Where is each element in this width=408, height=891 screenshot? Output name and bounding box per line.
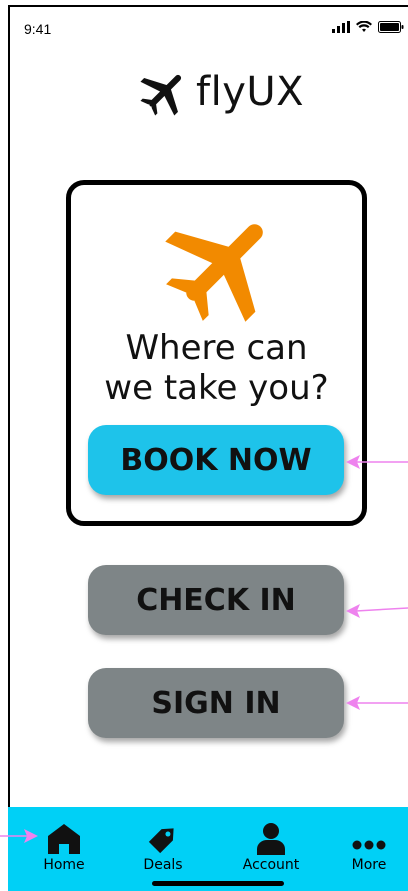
tab-label-deals: Deals [143, 857, 183, 873]
tab-deals[interactable]: Deals [128, 823, 198, 873]
more-dots-icon [352, 840, 386, 850]
home-icon [48, 824, 80, 854]
status-icons [332, 21, 404, 33]
tag-icon [148, 828, 174, 854]
wifi-icon [356, 21, 372, 32]
battery-icon [378, 21, 404, 33]
app-logo: flyUX [138, 66, 304, 118]
status-time: 9:41 [24, 21, 52, 37]
tab-label-home: Home [43, 857, 85, 873]
airplane-logo-icon [140, 74, 182, 116]
annotation-arrow-home [0, 829, 38, 843]
tab-more[interactable]: More [334, 823, 404, 873]
airplane-icon [165, 224, 263, 322]
tab-account[interactable]: Account [236, 823, 306, 873]
user-icon [257, 823, 285, 855]
bottom-tab-bar: Home Deals Account More [8, 807, 408, 891]
annotation-arrow-signin [346, 696, 408, 710]
book-now-button[interactable]: BOOK NOW [88, 425, 344, 495]
tab-label-account: Account [242, 857, 300, 873]
signal-icon [332, 21, 350, 33]
hero-headline: Where can we take you? [104, 328, 329, 408]
tab-label-more: More [351, 857, 387, 873]
sign-in-button[interactable]: SIGN IN [88, 668, 344, 738]
annotation-arrow-checkin [346, 604, 408, 618]
annotation-arrow-book [346, 455, 408, 469]
app-name: flyUX [196, 69, 305, 115]
status-bar: 9:41 [8, 5, 408, 47]
home-indicator [152, 881, 284, 886]
check-in-button[interactable]: CHECK IN [88, 565, 344, 635]
